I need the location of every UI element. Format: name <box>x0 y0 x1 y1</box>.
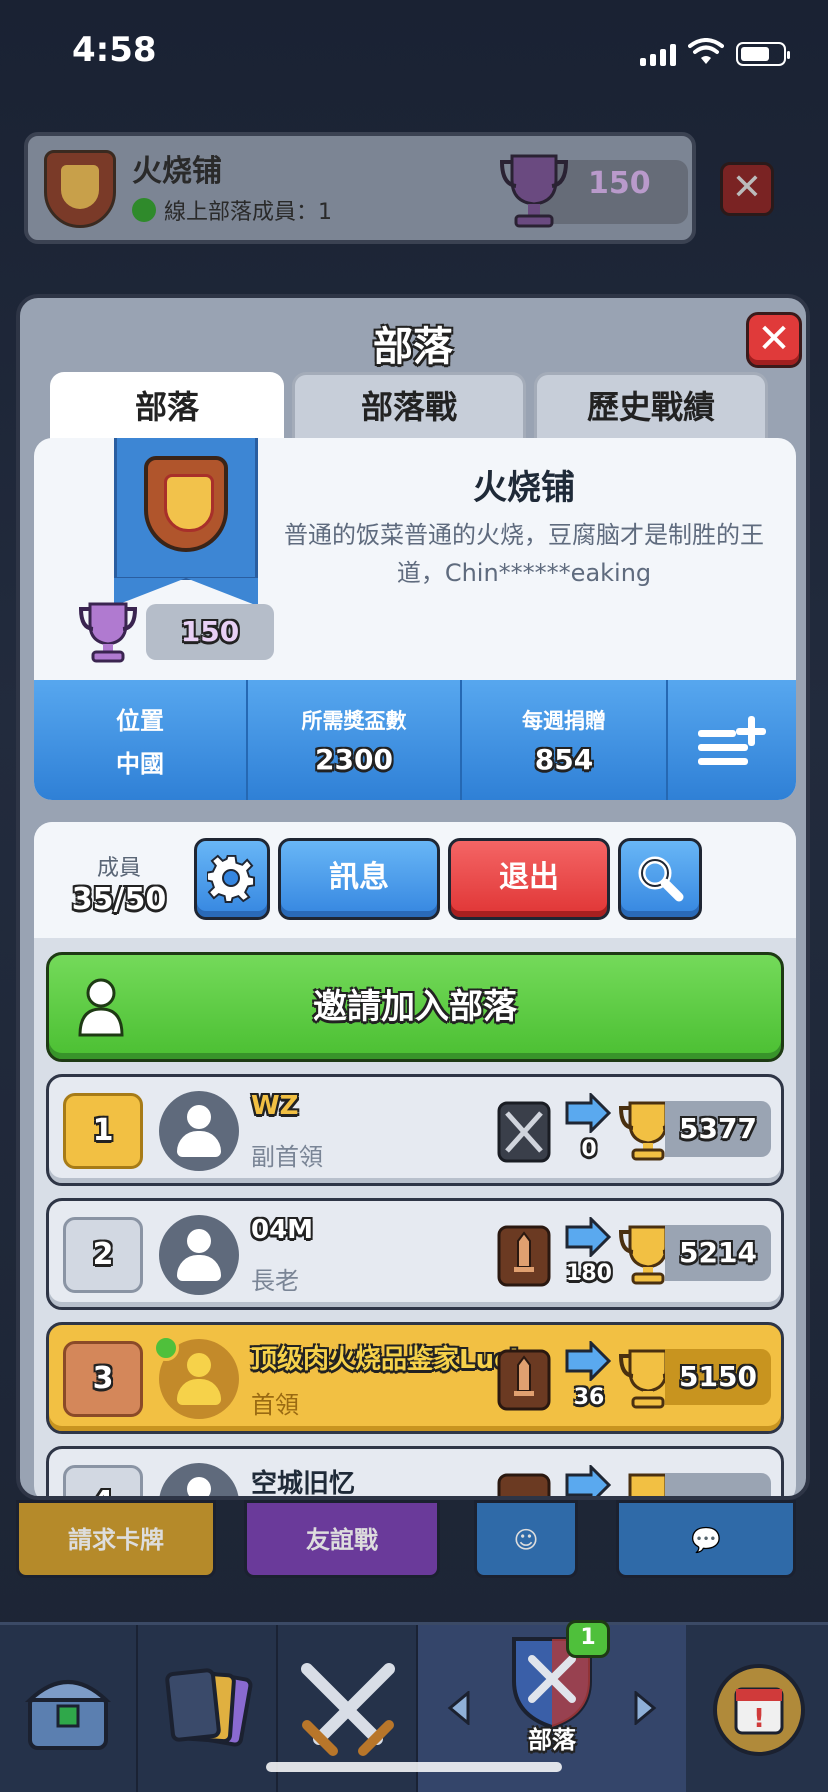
donate-arrow-icon <box>565 1465 611 1496</box>
tab-war-history[interactable]: 歷史戰績 <box>534 372 768 440</box>
member-trophies: 5214 <box>665 1225 771 1281</box>
stat-required-trophies: 所需獎盃數 2300 <box>248 680 462 800</box>
members-count-label: 成員 <box>96 856 141 881</box>
weekly-donations-value: 854 <box>534 742 594 776</box>
online-members: 線上部落成員：1 <box>132 194 332 226</box>
cellular-signal-icon <box>640 44 676 66</box>
avatar <box>159 1215 239 1295</box>
member-rank: 3 <box>63 1341 143 1417</box>
member-row[interactable]: 2 04M 長老 180 5214 <box>46 1198 784 1310</box>
treasure-chest-icon <box>24 1680 112 1750</box>
sword-league-icon <box>497 1473 551 1496</box>
stat-weekly-donations: 每週捐贈 854 <box>462 680 668 800</box>
member-trophies: 5150 <box>665 1349 771 1405</box>
status-time: 4:58 <box>72 30 157 70</box>
svg-text:!: ! <box>753 1704 765 1734</box>
chat-button: 💬 <box>616 1500 796 1578</box>
member-role: 長老 <box>251 1267 299 1295</box>
member-role: 副首領 <box>251 1143 323 1171</box>
member-donations: 36 <box>573 1385 605 1410</box>
nav-shop[interactable] <box>0 1625 138 1792</box>
clan-stats-bar: 位置 中國 所需獎盃數 2300 每週捐贈 854 <box>34 680 796 800</box>
background-close-button: ✕ <box>720 162 774 216</box>
search-icon <box>638 856 684 902</box>
message-button[interactable]: 訊息 <box>278 838 440 920</box>
required-trophies-label: 所需獎盃數 <box>301 708 407 733</box>
event-calendar-icon: ! <box>713 1664 805 1756</box>
member-name: 空城旧忆 <box>251 1469 356 1499</box>
notification-badge: 1 <box>566 1620 610 1658</box>
clan-badge-icon <box>44 150 116 228</box>
background-trophy-value: 150 <box>588 166 651 201</box>
clan-badge-icon <box>144 456 228 552</box>
member-rank: 4 <box>63 1465 143 1496</box>
online-dot-icon <box>132 198 156 222</box>
invite-button[interactable]: 邀請加入部落 <box>46 952 784 1062</box>
stat-location: 位置 中國 <box>34 680 248 800</box>
members-card: 成員 35/50 訊息 退出 邀請加入部落 1 WZ 副首領 0 5377 2 … <box>34 822 796 1499</box>
members-toolbar: 成員 35/50 訊息 退出 <box>34 822 796 938</box>
member-rank: 2 <box>63 1217 143 1293</box>
crossed-swords-league-icon <box>497 1101 551 1163</box>
close-button[interactable]: ✕ <box>746 312 802 368</box>
donate-arrow-icon <box>565 1093 611 1133</box>
settings-button[interactable] <box>194 838 270 920</box>
panel-title: 部落 <box>373 324 453 370</box>
crossed-swords-icon <box>301 1663 395 1756</box>
member-rank: 1 <box>63 1093 143 1169</box>
clan-name: 火烧铺 <box>473 468 575 508</box>
invite-label: 邀請加入部落 <box>313 987 517 1027</box>
member-name: WZ <box>251 1091 299 1121</box>
clan-info-card: 150 火烧铺 普通的饭菜普通的火烧，豆腐脑才是制胜的王道，Chin******… <box>34 438 796 800</box>
member-row[interactable]: 3 顶级肉火烧品鉴家Lucky 首領 36 5150 <box>46 1322 784 1434</box>
avatar <box>159 1091 239 1171</box>
member-donations: 0 <box>581 1137 597 1162</box>
nav-clan-label: 部落 <box>528 1726 576 1754</box>
nav-events[interactable]: ! <box>690 1625 828 1792</box>
trophy-icon <box>78 602 138 663</box>
member-trophies <box>665 1473 771 1496</box>
home-indicator <box>266 1762 562 1772</box>
donate-arrow-icon <box>565 1341 611 1381</box>
member-name: 04M <box>251 1215 314 1245</box>
online-dot-icon <box>153 1335 179 1361</box>
location-value: 中國 <box>116 750 164 778</box>
leave-button[interactable]: 退出 <box>448 838 610 920</box>
location-label: 位置 <box>116 707 164 735</box>
cards-icon <box>165 1668 253 1747</box>
member-role: 首領 <box>251 1391 299 1419</box>
tab-clan[interactable]: 部落 <box>50 372 284 440</box>
trophy-icon <box>499 154 569 228</box>
clan-panel: 部落 ✕ 部落 部落戰 歷史戰績 150 火烧铺 普通的饭菜普通的火烧，豆腐脑才… <box>16 294 810 1500</box>
sword-league-icon <box>497 1349 551 1411</box>
request-cards-button: 請求卡牌 <box>16 1500 216 1578</box>
tab-bar: 部落 部落戰 歷史戰績 <box>50 372 768 440</box>
sword-league-icon <box>497 1225 551 1287</box>
clan-trophies: 150 <box>146 604 274 660</box>
avatar <box>159 1463 239 1496</box>
member-donations: 180 <box>566 1261 612 1286</box>
required-trophies-value: 2300 <box>315 742 393 776</box>
members-count-value: 35/50 <box>71 882 167 917</box>
clan-menu-button[interactable] <box>668 680 796 800</box>
background-clan-name: 火烧铺 <box>132 154 222 189</box>
friendly-battle-button: 友誼戰 <box>244 1500 440 1578</box>
battery-icon <box>736 42 790 66</box>
background-clan-header: 火烧铺 線上部落成員：1 150 <box>24 132 696 244</box>
member-trophies: 5377 <box>665 1101 771 1157</box>
weekly-donations-label: 每週捐贈 <box>522 708 606 733</box>
nav-cards[interactable] <box>140 1625 278 1792</box>
donate-arrow-icon <box>565 1217 611 1257</box>
gear-icon <box>206 854 256 903</box>
status-bar: 4:58 <box>0 0 828 100</box>
clan-description: 普通的饭菜普通的火烧，豆腐脑才是制胜的王道，Chin******eaking <box>284 521 764 587</box>
online-members-label: 線上部落成員：1 <box>164 200 332 225</box>
tab-clan-war[interactable]: 部落戰 <box>292 372 526 440</box>
wifi-icon <box>688 38 724 64</box>
list-add-icon <box>698 716 766 765</box>
search-button[interactable] <box>618 838 702 920</box>
emote-button: ☺ <box>474 1500 578 1578</box>
member-row[interactable]: 1 WZ 副首領 0 5377 <box>46 1074 784 1186</box>
member-row[interactable]: 4 空城旧忆 <box>46 1446 784 1499</box>
